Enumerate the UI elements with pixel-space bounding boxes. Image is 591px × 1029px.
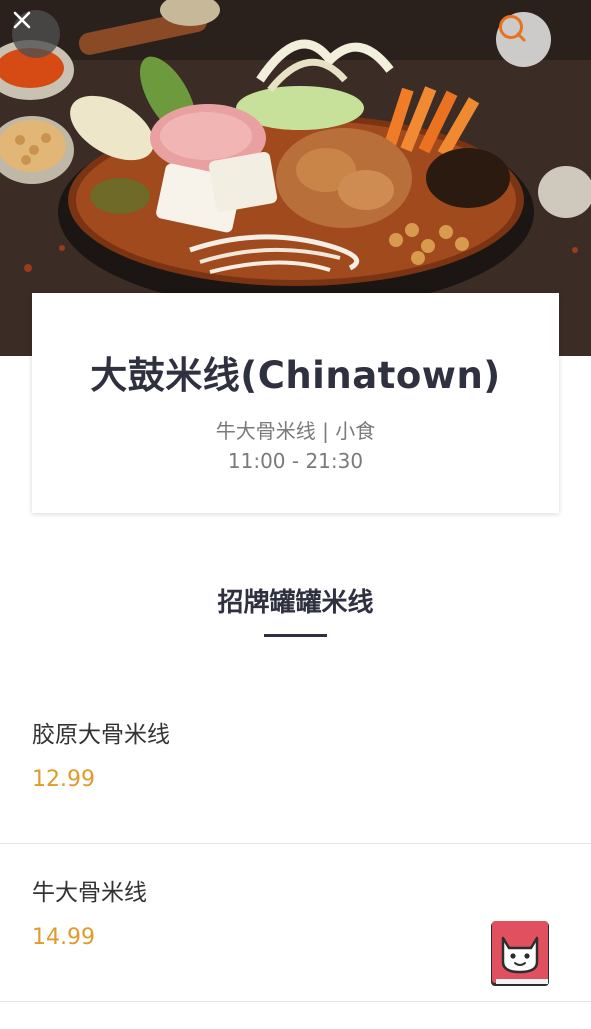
section-title: 招牌罐罐米线 bbox=[217, 588, 374, 618]
section-underline bbox=[264, 634, 327, 637]
restaurant-name: 大鼓米线(Chinatown) bbox=[90, 354, 501, 397]
close-button[interactable] bbox=[12, 10, 60, 58]
menu-item[interactable]: 胶原大骨米线 12.99 bbox=[0, 687, 591, 844]
opening-hours: 11:00 - 21:30 bbox=[227, 449, 364, 473]
menu-item-price: 12.99 bbox=[32, 767, 95, 792]
cat-face-icon bbox=[491, 921, 549, 986]
menu-item-price: 14.99 bbox=[32, 925, 95, 950]
menu-item-name: 牛大骨米线 bbox=[32, 880, 147, 906]
restaurant-categories: 牛大骨米线 | 小食 bbox=[215, 419, 376, 443]
restaurant-info-card: 大鼓米线(Chinatown) 牛大骨米线 | 小食 11:00 - 21:30 bbox=[32, 293, 559, 513]
search-button[interactable] bbox=[496, 12, 551, 67]
menu-item-name: 胶原大骨米线 bbox=[32, 722, 170, 748]
search-icon bbox=[499, 15, 526, 42]
floating-menu-badge[interactable] bbox=[488, 918, 552, 990]
close-icon bbox=[13, 11, 31, 29]
